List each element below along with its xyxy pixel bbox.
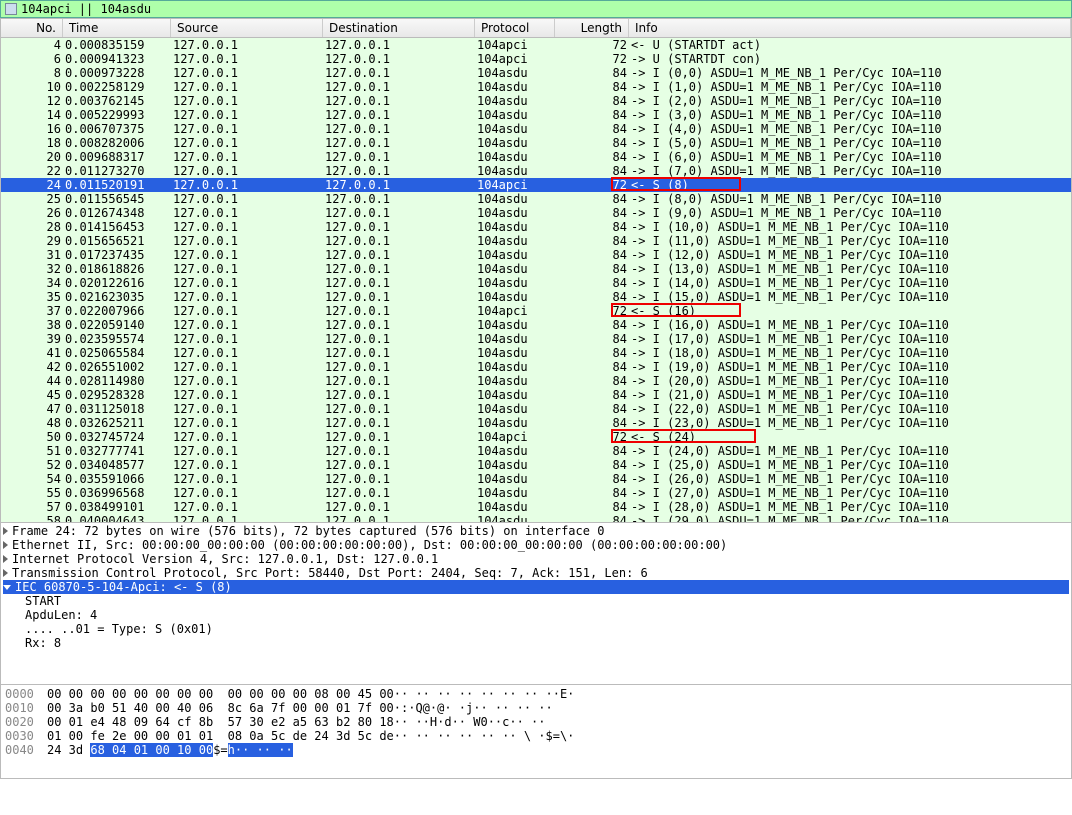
packet-row[interactable]: 420.026551002127.0.0.1127.0.0.1104asdu84…: [1, 360, 1071, 374]
tree-label: Transmission Control Protocol, Src Port:…: [12, 566, 648, 580]
packet-row[interactable]: 120.003762145127.0.0.1127.0.0.1104asdu84…: [1, 94, 1071, 108]
packet-list-pane[interactable]: No. Time Source Destination Protocol Len…: [0, 18, 1072, 523]
tree-ip[interactable]: Internet Protocol Version 4, Src: 127.0.…: [3, 552, 1069, 566]
tree-sub-apdulen[interactable]: ApduLen: 4: [25, 608, 1069, 622]
tree-frame[interactable]: Frame 24: 72 bytes on wire (576 bits), 7…: [3, 524, 1069, 538]
col-protocol[interactable]: Protocol: [475, 19, 555, 37]
packet-row[interactable]: 240.011520191127.0.0.1127.0.0.1104apci72…: [1, 178, 1071, 192]
display-filter-input[interactable]: [21, 2, 1067, 16]
packet-bytes-pane[interactable]: 000000 00 00 00 00 00 00 00 00 00 00 00 …: [0, 685, 1072, 779]
packet-row[interactable]: 480.032625211127.0.0.1127.0.0.1104asdu84…: [1, 416, 1071, 430]
expand-icon[interactable]: [3, 569, 8, 577]
packet-row[interactable]: 550.036996568127.0.0.1127.0.0.1104asdu84…: [1, 486, 1071, 500]
packet-row[interactable]: 250.011556545127.0.0.1127.0.0.1104asdu84…: [1, 192, 1071, 206]
packet-row[interactable]: 160.006707375127.0.0.1127.0.0.1104asdu84…: [1, 122, 1071, 136]
col-info[interactable]: Info: [629, 19, 1071, 37]
packet-row[interactable]: 340.020122616127.0.0.1127.0.0.1104asdu84…: [1, 276, 1071, 290]
tree-ethernet[interactable]: Ethernet II, Src: 00:00:00_00:00:00 (00:…: [3, 538, 1069, 552]
packet-row[interactable]: 350.021623035127.0.0.1127.0.0.1104asdu84…: [1, 290, 1071, 304]
col-no[interactable]: No.: [1, 19, 63, 37]
col-length[interactable]: Length: [555, 19, 629, 37]
expand-icon[interactable]: [3, 555, 8, 563]
packet-row[interactable]: 310.017237435127.0.0.1127.0.0.1104asdu84…: [1, 248, 1071, 262]
col-time[interactable]: Time: [63, 19, 171, 37]
packet-row[interactable]: 80.000973228127.0.0.1127.0.0.1104asdu84-…: [1, 66, 1071, 80]
packet-row[interactable]: 40.000835159127.0.0.1127.0.0.1104apci72<…: [1, 38, 1071, 52]
expand-icon[interactable]: [3, 541, 8, 549]
packet-list-header[interactable]: No. Time Source Destination Protocol Len…: [1, 19, 1071, 38]
bookmark-icon[interactable]: [5, 3, 17, 15]
tree-tcp[interactable]: Transmission Control Protocol, Src Port:…: [3, 566, 1069, 580]
hex-row[interactable]: 002000 01 e4 48 09 64 cf 8b 57 30 e2 a5 …: [5, 715, 1067, 729]
packet-row[interactable]: 380.022059140127.0.0.1127.0.0.1104asdu84…: [1, 318, 1071, 332]
packet-row[interactable]: 570.038499101127.0.0.1127.0.0.1104asdu84…: [1, 500, 1071, 514]
packet-row[interactable]: 180.008282006127.0.0.1127.0.0.1104asdu84…: [1, 136, 1071, 150]
packet-row[interactable]: 410.025065584127.0.0.1127.0.0.1104asdu84…: [1, 346, 1071, 360]
packet-details-pane[interactable]: Frame 24: 72 bytes on wire (576 bits), 7…: [0, 523, 1072, 685]
packet-row[interactable]: 100.002258129127.0.0.1127.0.0.1104asdu84…: [1, 80, 1071, 94]
packet-row[interactable]: 440.028114980127.0.0.1127.0.0.1104asdu84…: [1, 374, 1071, 388]
expand-icon[interactable]: [3, 527, 8, 535]
packet-row[interactable]: 500.032745724127.0.0.1127.0.0.1104apci72…: [1, 430, 1071, 444]
col-destination[interactable]: Destination: [323, 19, 475, 37]
packet-row[interactable]: 320.018618826127.0.0.1127.0.0.1104asdu84…: [1, 262, 1071, 276]
packet-row[interactable]: 280.014156453127.0.0.1127.0.0.1104asdu84…: [1, 220, 1071, 234]
tree-sub-rx[interactable]: Rx: 8: [25, 636, 1069, 650]
hex-row[interactable]: 000000 00 00 00 00 00 00 00 00 00 00 00 …: [5, 687, 1067, 701]
collapse-icon[interactable]: [3, 585, 11, 590]
tree-sub-type[interactable]: .... ..01 = Type: S (0x01): [25, 622, 1069, 636]
packet-row[interactable]: 220.011273270127.0.0.1127.0.0.1104asdu84…: [1, 164, 1071, 178]
packet-row[interactable]: 510.032777741127.0.0.1127.0.0.1104asdu84…: [1, 444, 1071, 458]
packet-row[interactable]: 390.023595574127.0.0.1127.0.0.1104asdu84…: [1, 332, 1071, 346]
packet-row[interactable]: 60.000941323127.0.0.1127.0.0.1104apci72-…: [1, 52, 1071, 66]
packet-list-body[interactable]: 40.000835159127.0.0.1127.0.0.1104apci72<…: [1, 38, 1071, 522]
packet-row[interactable]: 370.022007966127.0.0.1127.0.0.1104apci72…: [1, 304, 1071, 318]
packet-row[interactable]: 140.005229993127.0.0.1127.0.0.1104asdu84…: [1, 108, 1071, 122]
hex-row[interactable]: 001000 3a b0 51 40 00 40 06 8c 6a 7f 00 …: [5, 701, 1067, 715]
tree-iec104-apci[interactable]: IEC 60870-5-104-Apci: <- S (8): [3, 580, 1069, 594]
col-source[interactable]: Source: [171, 19, 323, 37]
tree-sub-start[interactable]: START: [25, 594, 1069, 608]
packet-row[interactable]: 580.040004643127.0.0.1127.0.0.1104asdu84…: [1, 514, 1071, 522]
tree-label: Ethernet II, Src: 00:00:00_00:00:00 (00:…: [12, 538, 727, 552]
tree-label: IEC 60870-5-104-Apci: <- S (8): [15, 580, 232, 594]
tree-label: Internet Protocol Version 4, Src: 127.0.…: [12, 552, 438, 566]
packet-row[interactable]: 290.015656521127.0.0.1127.0.0.1104asdu84…: [1, 234, 1071, 248]
packet-row[interactable]: 260.012674348127.0.0.1127.0.0.1104asdu84…: [1, 206, 1071, 220]
hex-row[interactable]: 003001 00 fe 2e 00 00 01 01 08 0a 5c de …: [5, 729, 1067, 743]
hex-row[interactable]: 004024 3d 68 04 01 00 10 00 $=h·· ·· ··: [5, 743, 1067, 757]
packet-row[interactable]: 450.029528328127.0.0.1127.0.0.1104asdu84…: [1, 388, 1071, 402]
tree-label: Frame 24: 72 bytes on wire (576 bits), 7…: [12, 524, 604, 538]
packet-row[interactable]: 520.034048577127.0.0.1127.0.0.1104asdu84…: [1, 458, 1071, 472]
packet-row[interactable]: 540.035591066127.0.0.1127.0.0.1104asdu84…: [1, 472, 1071, 486]
display-filter-bar[interactable]: [0, 0, 1072, 18]
packet-row[interactable]: 200.009688317127.0.0.1127.0.0.1104asdu84…: [1, 150, 1071, 164]
packet-row[interactable]: 470.031125018127.0.0.1127.0.0.1104asdu84…: [1, 402, 1071, 416]
